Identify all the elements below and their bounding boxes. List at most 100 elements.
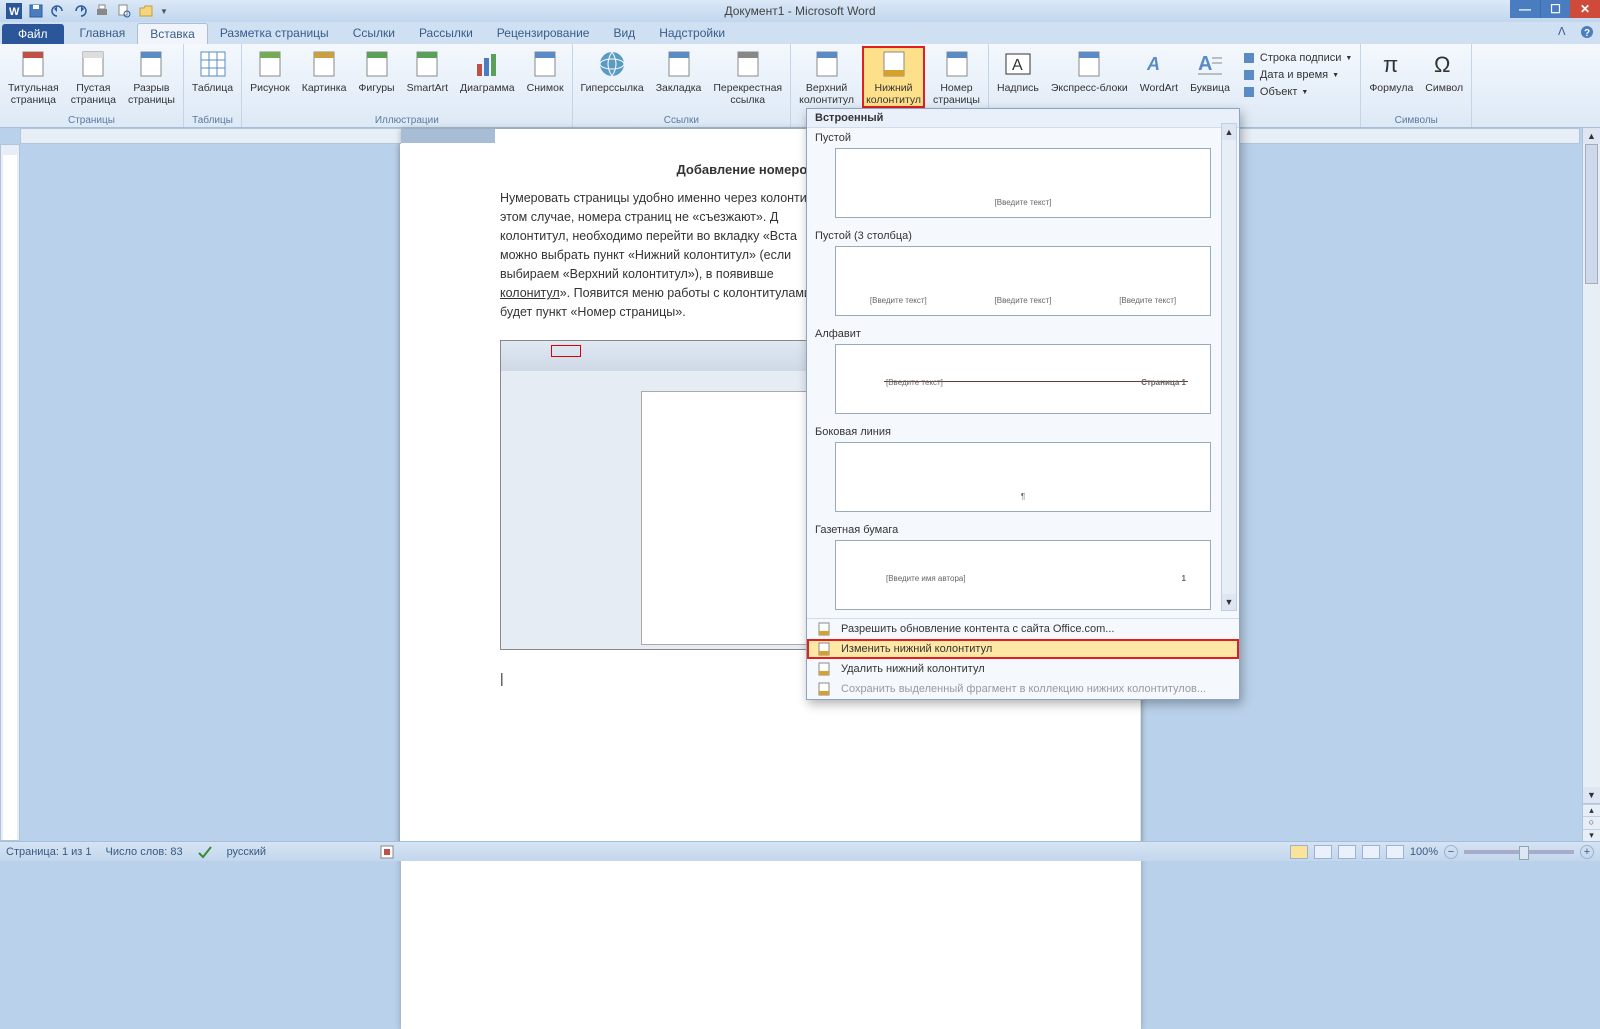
clipart-button[interactable]: Картинка xyxy=(298,46,351,96)
help-icon[interactable]: ? xyxy=(1580,25,1594,39)
zoom-in-button[interactable]: + xyxy=(1580,845,1594,859)
crossref-icon xyxy=(732,48,764,80)
remove-footer-item[interactable]: Удалить нижний колонтитул xyxy=(807,659,1239,679)
table-button[interactable]: Таблица xyxy=(188,46,237,96)
alphabet-footer[interactable]: [Введите текст]Страница 1 xyxy=(835,344,1211,414)
embedded-screenshot xyxy=(500,340,816,650)
undo-icon[interactable] xyxy=(50,3,66,19)
dropdown-menu: Разрешить обновление контента с сайта Of… xyxy=(807,618,1239,699)
hyperlink-button[interactable]: Гиперссылка xyxy=(577,46,648,96)
picture-button[interactable]: Рисунок xyxy=(246,46,294,96)
tab-ссылки[interactable]: Ссылки xyxy=(341,23,407,44)
redo-icon[interactable] xyxy=(72,3,88,19)
newsprint-footer[interactable]: [Введите имя автора]1 xyxy=(835,540,1211,610)
gallery-scrollbar[interactable]: ▲ ▼ xyxy=(1221,123,1237,611)
save-icon[interactable] xyxy=(28,3,44,19)
empty-footer[interactable]: [Введите текст] xyxy=(835,148,1211,218)
minimize-button[interactable]: — xyxy=(1510,0,1540,18)
textbox-button[interactable]: AНадпись xyxy=(993,46,1043,96)
wordart-button[interactable]: AWordArt xyxy=(1136,46,1182,96)
spellcheck-icon[interactable] xyxy=(197,845,213,859)
group-label: Таблицы xyxy=(188,115,237,127)
signature-line-button[interactable]: Строка подписи ▼ xyxy=(1238,50,1356,66)
next-page-icon[interactable]: ▾ xyxy=(1583,829,1600,841)
document-area[interactable]: Добавление номеров страни Нумеровать стр… xyxy=(20,144,1580,841)
svg-text:π: π xyxy=(1383,52,1398,77)
tab-рецензирование[interactable]: Рецензирование xyxy=(485,23,602,44)
shapes-icon xyxy=(361,48,393,80)
view-fullscreen-button[interactable] xyxy=(1314,845,1332,859)
horizontal-ruler[interactable] xyxy=(20,128,1580,144)
tab-вставка[interactable]: Вставка xyxy=(137,23,208,44)
minimize-ribbon-icon[interactable]: ᐱ xyxy=(1558,25,1572,39)
tab-надстройки[interactable]: Надстройки xyxy=(647,23,737,44)
view-outline-button[interactable] xyxy=(1362,845,1380,859)
view-print-layout-button[interactable] xyxy=(1290,845,1308,859)
office-update-item[interactable]: Разрешить обновление контента с сайта Of… xyxy=(807,619,1239,639)
date-time-button[interactable]: Дата и время ▼ xyxy=(1238,67,1356,83)
screenshot-button[interactable]: Снимок xyxy=(523,46,568,96)
header-button[interactable]: Верхний колонтитул xyxy=(795,46,858,108)
chart-button[interactable]: Диаграмма xyxy=(456,46,519,96)
svg-text:A: A xyxy=(1198,53,1212,75)
view-draft-button[interactable] xyxy=(1386,845,1404,859)
tab-рассылки[interactable]: Рассылки xyxy=(407,23,485,44)
print-preview-icon[interactable] xyxy=(116,3,132,19)
print-icon[interactable] xyxy=(94,3,110,19)
dropcap-icon: A xyxy=(1194,48,1226,80)
gallery-label: Боковая линия xyxy=(807,422,1239,440)
quickparts-button[interactable]: Экспресс-блоки xyxy=(1047,46,1132,96)
close-button[interactable]: ✕ xyxy=(1570,0,1600,18)
smartart-button[interactable]: SmartArt xyxy=(403,46,452,96)
open-icon[interactable] xyxy=(138,3,154,19)
scroll-thumb[interactable] xyxy=(1585,144,1598,284)
word-icon: W xyxy=(6,3,22,19)
status-words[interactable]: Число слов: 83 xyxy=(106,846,183,858)
bookmark-button[interactable]: Закладка xyxy=(652,46,706,96)
vertical-scrollbar[interactable]: ▲ ▼ ▴ ○ ▾ xyxy=(1582,128,1600,841)
footer-button[interactable]: Нижний колонтитул xyxy=(862,46,925,108)
vertical-ruler[interactable] xyxy=(0,144,20,841)
pagenum-button[interactable]: Номер страницы xyxy=(929,46,984,108)
blank-page-button[interactable]: Пустая страница xyxy=(67,46,120,108)
gallery-scroll-down-icon[interactable]: ▼ xyxy=(1222,594,1236,610)
object-button[interactable]: Объект ▼ xyxy=(1238,84,1356,100)
edit-footer-item[interactable]: Изменить нижний колонтитул xyxy=(807,639,1239,659)
table-icon xyxy=(197,48,229,80)
qat-dropdown-icon[interactable]: ▼ xyxy=(160,7,168,16)
browse-object-icon[interactable]: ○ xyxy=(1583,816,1600,828)
tab-file[interactable]: Файл xyxy=(2,24,64,44)
zoom-out-button[interactable]: − xyxy=(1444,845,1458,859)
page-break-button[interactable]: Разрыв страницы xyxy=(124,46,179,108)
scroll-down-icon[interactable]: ▼ xyxy=(1583,787,1600,803)
cover-page-button[interactable]: Титульная страница xyxy=(4,46,63,108)
maximize-button[interactable]: ☐ xyxy=(1540,0,1570,18)
footer-icon xyxy=(878,48,910,80)
status-page[interactable]: Страница: 1 из 1 xyxy=(6,846,92,858)
prev-page-icon[interactable]: ▴ xyxy=(1583,804,1600,816)
tab-разметка-страницы[interactable]: Разметка страницы xyxy=(208,23,341,44)
macro-icon[interactable] xyxy=(380,845,394,859)
sideline-footer[interactable]: ¶ xyxy=(835,442,1211,512)
empty3-footer[interactable]: [Введите текст][Введите текст][Введите т… xyxy=(835,246,1211,316)
zoom-level[interactable]: 100% xyxy=(1410,846,1438,858)
save-selection-item: Сохранить выделенный фрагмент в коллекци… xyxy=(807,679,1239,699)
view-web-button[interactable] xyxy=(1338,845,1356,859)
equation-button[interactable]: πФормула xyxy=(1365,46,1417,96)
symbol-button[interactable]: ΩСимвол xyxy=(1421,46,1467,96)
tab-главная[interactable]: Главная xyxy=(68,23,138,44)
crossref-button[interactable]: Перекрестная ссылка xyxy=(709,46,786,108)
gallery-scroll-up-icon[interactable]: ▲ xyxy=(1222,124,1236,140)
status-language[interactable]: русский xyxy=(227,846,266,858)
shapes-button[interactable]: Фигуры xyxy=(354,46,398,96)
blank-page-icon xyxy=(77,48,109,80)
group-label: Страницы xyxy=(4,115,179,127)
chart-icon xyxy=(471,48,503,80)
group-label: Символы xyxy=(1365,115,1467,127)
screenshot-icon xyxy=(529,48,561,80)
dropcap-button[interactable]: AБуквица xyxy=(1186,46,1234,96)
tab-вид[interactable]: Вид xyxy=(601,23,647,44)
gallery-label: Газетная бумага xyxy=(807,520,1239,538)
zoom-slider[interactable] xyxy=(1464,850,1574,854)
scroll-up-icon[interactable]: ▲ xyxy=(1583,128,1600,144)
